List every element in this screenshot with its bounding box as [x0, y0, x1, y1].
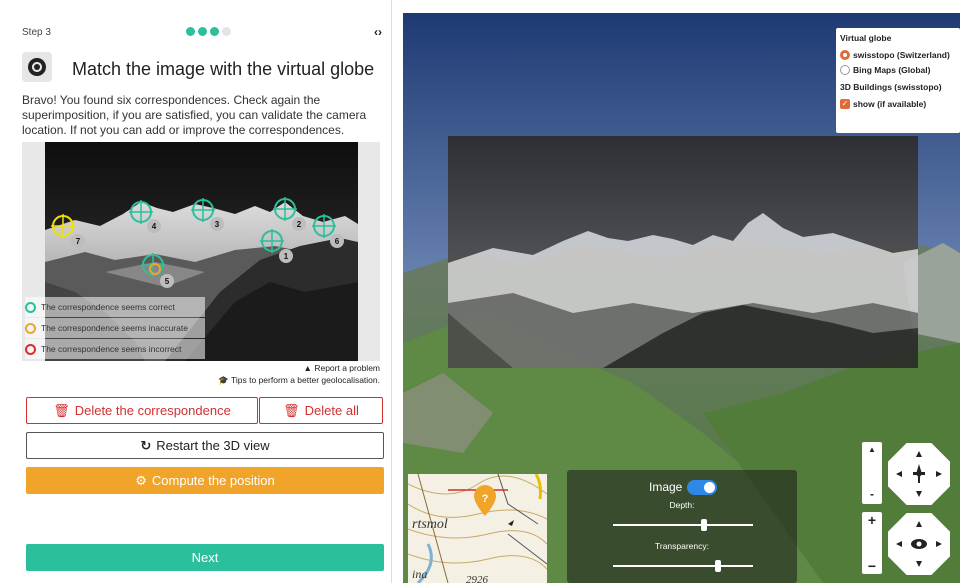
image-controls: Image Depth: Transparency: [567, 470, 797, 583]
step-dot [186, 27, 195, 36]
step-dot [210, 27, 219, 36]
instructions: Bravo! You found six correspondences. Ch… [22, 93, 367, 137]
buildings-title: 3D Buildings (swisstopo) [840, 82, 942, 92]
image-overlay [448, 136, 918, 368]
zoom-bar[interactable]: + − [862, 512, 882, 574]
depth-slider[interactable] [613, 519, 753, 531]
help-links: ▲ Report a problem 🎓 Tips to perform a b… [22, 362, 380, 386]
tilt-up-icon[interactable]: ▲ [868, 445, 876, 454]
minimap-label: ina [412, 567, 427, 581]
legend-correct: The correspondence seems correct [25, 297, 205, 317]
ring-icon [25, 322, 36, 334]
radio-selected[interactable] [840, 49, 850, 60]
step-dot [222, 27, 231, 36]
compute-position-button[interactable]: ⚙ Compute the position [26, 467, 384, 494]
minimap-label: rtsmol [412, 517, 448, 532]
legend-label: The correspondence seems inaccurate [41, 323, 188, 333]
image-toggle[interactable] [687, 480, 717, 495]
page-title: Match the image with the virtual globe [72, 59, 375, 79]
svg-text:2: 2 [297, 220, 302, 229]
trash-icon: 🗑 [283, 402, 300, 418]
gears-icon: ⚙ [135, 472, 147, 488]
step-header: Step 3 ‹› [22, 25, 382, 40]
trash-icon: 🗑 [53, 402, 70, 418]
target-icon [22, 52, 52, 82]
restart-3d-view-button[interactable]: ↻ Restart the 3D view [26, 432, 384, 459]
transparency-knob[interactable] [714, 560, 721, 572]
svg-text:1: 1 [284, 252, 289, 261]
svg-text:?: ? [482, 493, 489, 505]
buildings-option[interactable]: ✓ show (if available) [840, 96, 956, 111]
delete-correspondence-button[interactable]: 🗑 Delete the correspondence [26, 397, 258, 424]
graduation-cap-icon: 🎓 [218, 375, 232, 385]
delete-all-button[interactable]: 🗑 Delete all [259, 397, 383, 424]
report-link[interactable]: ▲ Report a problem [22, 362, 380, 374]
title-row: Match the image with the virtual globe [22, 52, 382, 86]
legend-label: The correspondence seems correct [41, 302, 175, 312]
tilt-down-icon[interactable]: - [870, 487, 874, 501]
tips-link[interactable]: 🎓 Tips to perform a better geolocalisati… [22, 374, 380, 386]
option-bing[interactable]: Bing Maps (Global) [840, 62, 956, 77]
ring-icon [25, 301, 36, 313]
globe-options-panel: Virtual globe swisstopo (Switzerland) Bi… [836, 28, 960, 133]
next-button[interactable]: Next [26, 544, 384, 571]
minimap-drawing: rtsmol ina 2926 ? [408, 474, 547, 583]
image-area: 7 4 3 2 6 1 5 The correspondence seems c… [22, 142, 380, 361]
image-label: Image [649, 480, 683, 494]
svg-text:7: 7 [76, 237, 81, 246]
svg-text:4: 4 [152, 222, 157, 231]
tilt-bar[interactable]: ▲ - [862, 442, 882, 504]
radio-unselected[interactable] [840, 64, 850, 75]
depth-knob[interactable] [701, 519, 708, 531]
transparency-label: Transparency: [654, 541, 709, 551]
depth-label: Depth: [669, 500, 695, 510]
step-progress [186, 27, 231, 36]
svg-text:6: 6 [335, 237, 340, 246]
transparency-slider[interactable] [613, 560, 753, 572]
minimap[interactable]: rtsmol ina 2926 ? [408, 474, 547, 583]
checkbox-checked[interactable]: ✓ [840, 98, 850, 109]
step-dot [198, 27, 207, 36]
left-panel: Step 3 ‹› Match the image with the virtu… [0, 0, 392, 583]
status-legend: The correspondence seems correct The cor… [25, 297, 213, 360]
option-swisstopo[interactable]: swisstopo (Switzerland) [840, 47, 956, 62]
refresh-icon: ↻ [140, 437, 152, 453]
svg-text:5: 5 [165, 277, 170, 286]
step-label: Step 3 [22, 27, 51, 38]
app: Step 3 ‹› Match the image with the virtu… [0, 0, 960, 583]
svg-text:3: 3 [215, 220, 220, 229]
zoom-out-icon[interactable]: − [868, 558, 876, 574]
warning-icon: ▲ [303, 363, 315, 373]
minimap-label: 2926 [466, 574, 489, 583]
globe-title: Virtual globe [840, 33, 892, 43]
legend-incorrect: The correspondence seems incorrect [25, 339, 205, 359]
code-arrows-icon[interactable]: ‹› [374, 25, 382, 39]
legend-inaccurate: The correspondence seems inaccurate [25, 318, 205, 338]
legend-label: The correspondence seems incorrect [41, 344, 182, 354]
ring-icon [25, 343, 36, 355]
zoom-in-icon[interactable]: + [868, 512, 876, 528]
